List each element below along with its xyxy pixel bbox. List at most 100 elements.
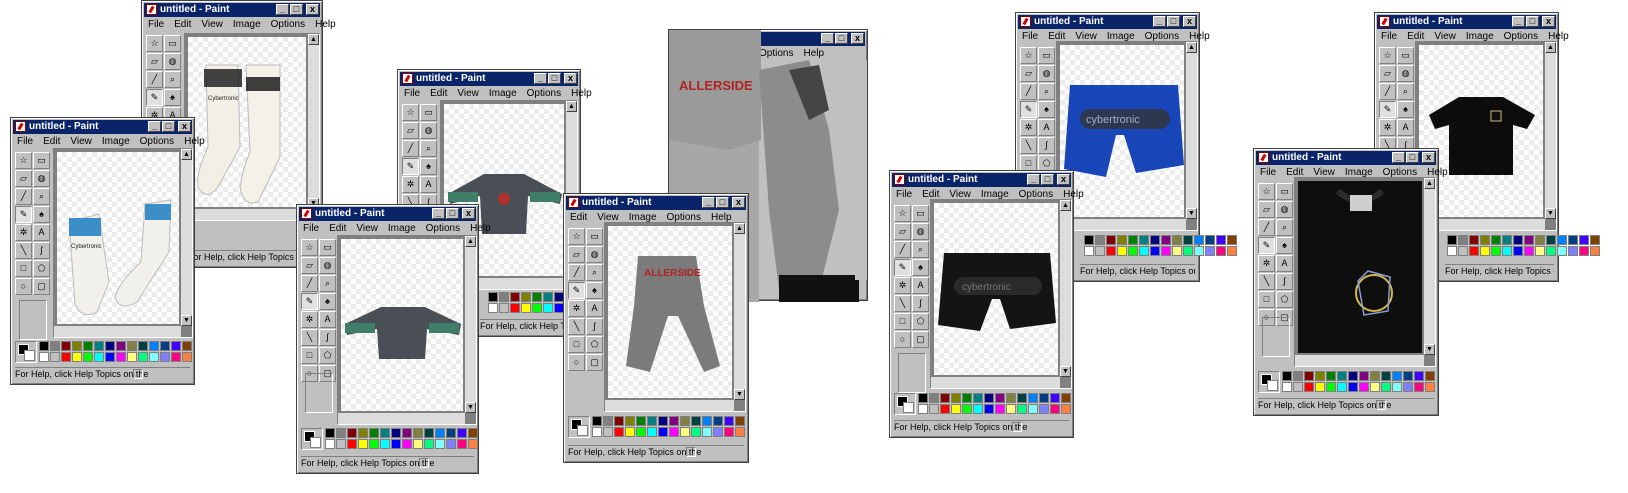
tool-magnifier-icon[interactable]: ⌕	[420, 140, 437, 157]
scroll-down-arrow[interactable]: ▼	[734, 389, 745, 400]
menu-image[interactable]: Image	[489, 87, 517, 101]
tool-curve-icon[interactable]: ∫	[912, 295, 929, 312]
vertical-scrollbar[interactable]: ▲▼	[1545, 42, 1556, 219]
palette-swatch[interactable]	[962, 393, 972, 403]
palette-swatch[interactable]	[138, 341, 148, 351]
scroll-up-arrow[interactable]: ▲	[1060, 200, 1071, 211]
tool-pencil-icon[interactable]: ✎	[146, 89, 163, 106]
tool-brush-icon[interactable]: ♠	[420, 158, 437, 175]
tool-airbrush-icon[interactable]: ✲	[301, 311, 318, 328]
tool-magnifier-icon[interactable]: ⌕	[586, 264, 603, 281]
palette-swatch[interactable]	[413, 439, 423, 449]
drawing-canvas[interactable]: ALLERSIDE	[608, 226, 732, 398]
palette-swatch[interactable]	[1392, 382, 1402, 392]
palette-swatch[interactable]	[1172, 235, 1182, 245]
palette-swatch[interactable]	[1414, 382, 1424, 392]
current-colors[interactable]	[894, 393, 916, 415]
palette-swatch[interactable]	[1348, 382, 1358, 392]
tool-airbrush-icon[interactable]: ✲	[894, 277, 911, 294]
palette-swatch[interactable]	[468, 439, 478, 449]
vertical-scrollbar[interactable]: ▲▼	[1060, 200, 1071, 377]
tool-airbrush-icon[interactable]: ✲	[1379, 119, 1396, 136]
scroll-down-arrow[interactable]: ▼	[465, 402, 476, 413]
tool-options-box[interactable]	[1262, 317, 1290, 357]
tool-fill-icon[interactable]: ◍	[420, 122, 437, 139]
tool-curve-icon[interactable]: ∫	[319, 329, 336, 346]
palette-swatch[interactable]	[1095, 246, 1105, 256]
tool-free-select-icon[interactable]: ☆	[1258, 183, 1275, 200]
palette-swatch[interactable]	[1546, 235, 1556, 245]
palette-swatch[interactable]	[1095, 235, 1105, 245]
tool-options-box[interactable]	[19, 300, 47, 340]
tool-text-icon[interactable]: A	[1397, 119, 1414, 136]
menu-file[interactable]: File	[404, 87, 420, 101]
palette-swatch[interactable]	[1403, 382, 1413, 392]
palette-swatch[interactable]	[369, 428, 379, 438]
menu-view[interactable]: View	[356, 222, 378, 236]
horizontal-scrollbar[interactable]	[605, 400, 734, 411]
tool-picker-icon[interactable]: ╱	[894, 241, 911, 258]
palette-swatch[interactable]	[984, 404, 994, 414]
palette-swatch[interactable]	[713, 427, 723, 437]
tool-fill-icon[interactable]: ◍	[319, 257, 336, 274]
palette-swatch[interactable]	[1304, 382, 1314, 392]
palette-swatch[interactable]	[962, 404, 972, 414]
tool-eraser-icon[interactable]: ▱	[402, 122, 419, 139]
tool-text-icon[interactable]: A	[420, 176, 437, 193]
menu-image[interactable]: Image	[388, 222, 416, 236]
palette-swatch[interactable]	[1084, 246, 1094, 256]
tool-rect-select-icon[interactable]: ▭	[912, 205, 929, 222]
tool-text-icon[interactable]: A	[33, 224, 50, 241]
palette-swatch[interactable]	[424, 428, 434, 438]
palette-swatch[interactable]	[171, 352, 181, 362]
tool-eraser-icon[interactable]: ▱	[301, 257, 318, 274]
palette-swatch[interactable]	[1161, 235, 1171, 245]
tool-polygon-icon[interactable]: ⬠	[1276, 291, 1293, 308]
palette-swatch[interactable]	[1568, 246, 1578, 256]
palette-swatch[interactable]	[702, 416, 712, 426]
current-colors[interactable]	[15, 341, 37, 363]
tool-line-icon[interactable]: ╲	[894, 295, 911, 312]
palette-swatch[interactable]	[735, 427, 745, 437]
palette-swatch[interactable]	[1425, 371, 1435, 381]
palette-swatch[interactable]	[391, 439, 401, 449]
palette-swatch[interactable]	[160, 341, 170, 351]
tool-airbrush-icon[interactable]: ✲	[402, 176, 419, 193]
tool-rectangle-icon[interactable]: □	[1258, 291, 1275, 308]
tool-polygon-icon[interactable]: ⬠	[33, 260, 50, 277]
palette-swatch[interactable]	[138, 352, 148, 362]
menu-edit[interactable]: Edit	[570, 211, 587, 225]
tool-rounded-rect-icon[interactable]: ▢	[912, 331, 929, 348]
palette-swatch[interactable]	[39, 341, 49, 351]
palette-swatch[interactable]	[446, 439, 456, 449]
tool-magnifier-icon[interactable]: ⌕	[1276, 219, 1293, 236]
menu-file[interactable]: File	[896, 188, 912, 202]
palette-swatch[interactable]	[1458, 235, 1468, 245]
current-colors[interactable]	[568, 416, 590, 438]
tool-polygon-icon[interactable]: ⬠	[586, 336, 603, 353]
tool-brush-icon[interactable]: ♠	[164, 89, 181, 106]
palette-swatch[interactable]	[1326, 371, 1336, 381]
palette-swatch[interactable]	[94, 352, 104, 362]
minimize-button[interactable]: _	[1512, 16, 1525, 27]
tool-fill-icon[interactable]: ◍	[164, 53, 181, 70]
palette-swatch[interactable]	[424, 439, 434, 449]
maximize-button[interactable]: □	[1526, 16, 1539, 27]
palette-swatch[interactable]	[1403, 371, 1413, 381]
palette-swatch[interactable]	[1293, 371, 1303, 381]
palette-swatch[interactable]	[1370, 371, 1380, 381]
palette-swatch[interactable]	[1458, 246, 1468, 256]
maximize-button[interactable]: □	[290, 4, 303, 15]
menu-file[interactable]: File	[1260, 166, 1276, 180]
tool-curve-icon[interactable]: ∫	[1276, 273, 1293, 290]
palette-swatch[interactable]	[658, 416, 668, 426]
palette-swatch[interactable]	[1469, 235, 1479, 245]
tool-free-select-icon[interactable]: ☆	[15, 152, 32, 169]
tool-magnifier-icon[interactable]: ⌕	[1038, 83, 1055, 100]
menu-file[interactable]: File	[1022, 30, 1038, 44]
tool-pencil-icon[interactable]: ✎	[1379, 101, 1396, 118]
palette-swatch[interactable]	[1381, 382, 1391, 392]
tool-curve-icon[interactable]: ∫	[1038, 137, 1055, 154]
palette-swatch[interactable]	[1128, 235, 1138, 245]
tool-picker-icon[interactable]: ╱	[1379, 83, 1396, 100]
